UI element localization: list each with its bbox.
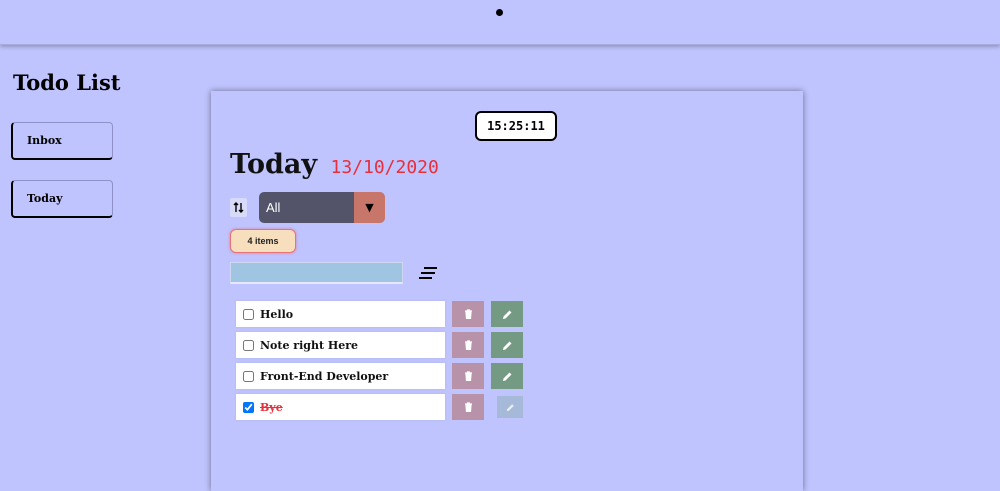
todo-text: Bye	[260, 400, 283, 414]
page-date: 13/10/2020	[330, 157, 439, 178]
todo-item: Front-End Developer	[236, 363, 526, 389]
edit-button[interactable]	[497, 396, 523, 418]
filter-lines-button[interactable]	[417, 264, 439, 282]
pencil-icon	[502, 341, 511, 350]
pencil-icon	[502, 310, 511, 319]
sort-arrows-icon	[233, 202, 244, 213]
todo-text: Front-End Developer	[260, 369, 389, 383]
todo-checkbox[interactable]	[243, 401, 254, 413]
todo-text: Hello	[260, 307, 294, 321]
delete-button[interactable]	[452, 394, 484, 420]
sort-button[interactable]	[230, 198, 247, 217]
todo-item: Hello	[236, 301, 526, 327]
nav-item-inbox[interactable]: Inbox	[11, 122, 113, 160]
filter-select-value: All	[259, 192, 354, 223]
todo-checkbox[interactable]	[243, 308, 254, 320]
delete-button[interactable]	[452, 301, 484, 327]
delete-button[interactable]	[452, 363, 484, 389]
main-panel: 15:25:11 Today 13/10/2020 All ▼ 4 items …	[211, 91, 803, 491]
edit-button[interactable]	[491, 301, 523, 327]
todo-card: Hello	[236, 301, 445, 327]
todo-card: Note right Here	[236, 332, 445, 358]
todo-input[interactable]	[230, 262, 403, 284]
trash-icon	[464, 371, 472, 381]
trash-icon	[464, 309, 472, 319]
todo-card: Front-End Developer	[236, 363, 445, 389]
todo-item: Note right Here	[236, 332, 526, 358]
page-title-text: Today	[230, 149, 318, 180]
todo-checkbox[interactable]	[243, 370, 254, 382]
top-bar	[0, 0, 1000, 45]
item-count-badge: 4 items	[230, 229, 296, 253]
nav-item-today[interactable]: Today	[11, 180, 113, 218]
page-title: Today 13/10/2020	[230, 149, 439, 180]
pencil-icon	[506, 403, 514, 411]
todo-item: Bye	[236, 394, 526, 420]
clock: 15:25:11	[475, 111, 557, 141]
filter-lines-icon	[419, 267, 437, 279]
chevron-down-icon[interactable]: ▼	[354, 192, 385, 223]
pencil-icon	[502, 372, 511, 381]
edit-button[interactable]	[491, 363, 523, 389]
todo-card: Bye	[236, 394, 445, 420]
status-dot-icon	[496, 9, 503, 16]
filter-select[interactable]: All ▼	[259, 192, 385, 223]
delete-button[interactable]	[452, 332, 484, 358]
trash-icon	[464, 402, 472, 412]
app-title: Todo List	[13, 70, 121, 95]
trash-icon	[464, 340, 472, 350]
todo-checkbox[interactable]	[243, 339, 254, 351]
todo-text: Note right Here	[260, 338, 359, 352]
edit-button[interactable]	[491, 332, 523, 358]
